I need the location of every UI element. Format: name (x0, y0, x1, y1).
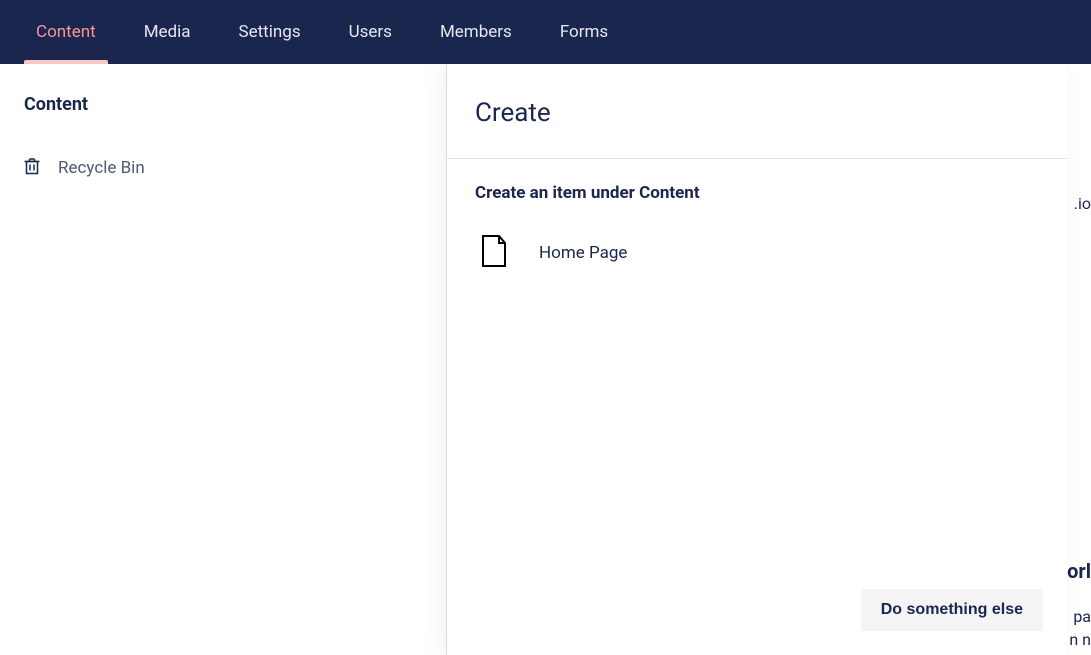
bg-peek-text: n n (1069, 630, 1091, 649)
do-something-else-button[interactable]: Do something else (861, 589, 1043, 631)
create-dialog: Create Create an item under Content Home… (447, 64, 1067, 655)
nav-tab-label: Forms (560, 22, 608, 42)
nav-tab-label: Users (349, 22, 392, 42)
create-option-home-page[interactable]: Home Page (475, 225, 1039, 281)
dialog-title: Create (475, 98, 1039, 128)
nav-tab-users[interactable]: Users (325, 0, 416, 64)
nav-tab-forms[interactable]: Forms (536, 0, 632, 64)
sidebar-item-recycle-bin[interactable]: Recycle Bin (24, 151, 422, 185)
create-option-label: Home Page (539, 243, 627, 263)
dialog-footer: Do something else (447, 573, 1067, 655)
file-icon (481, 235, 507, 271)
sidebar-item-label: Recycle Bin (58, 158, 145, 178)
nav-tab-label: Members (440, 22, 512, 42)
dialog-body: Create an item under Content Home Page (447, 159, 1067, 573)
nav-tab-members[interactable]: Members (416, 0, 536, 64)
content-tree: Content Recycle Bin (0, 64, 447, 655)
nav-tab-media[interactable]: Media (120, 0, 215, 64)
bg-peek-text: orl (1067, 559, 1091, 583)
top-nav: Content Media Settings Users Members For… (0, 0, 1091, 64)
bg-peek-text: pa (1073, 607, 1091, 626)
sidebar-title: Content (24, 94, 422, 115)
dialog-subtitle: Create an item under Content (475, 183, 1039, 203)
trash-icon (24, 157, 40, 179)
dialog-header: Create (447, 64, 1067, 159)
bg-peek-text: .io (1074, 194, 1091, 213)
nav-tab-settings[interactable]: Settings (215, 0, 325, 64)
nav-tab-label: Content (36, 22, 96, 42)
nav-tab-label: Media (144, 22, 191, 42)
nav-tab-label: Settings (239, 22, 301, 42)
nav-tab-content[interactable]: Content (12, 0, 120, 64)
